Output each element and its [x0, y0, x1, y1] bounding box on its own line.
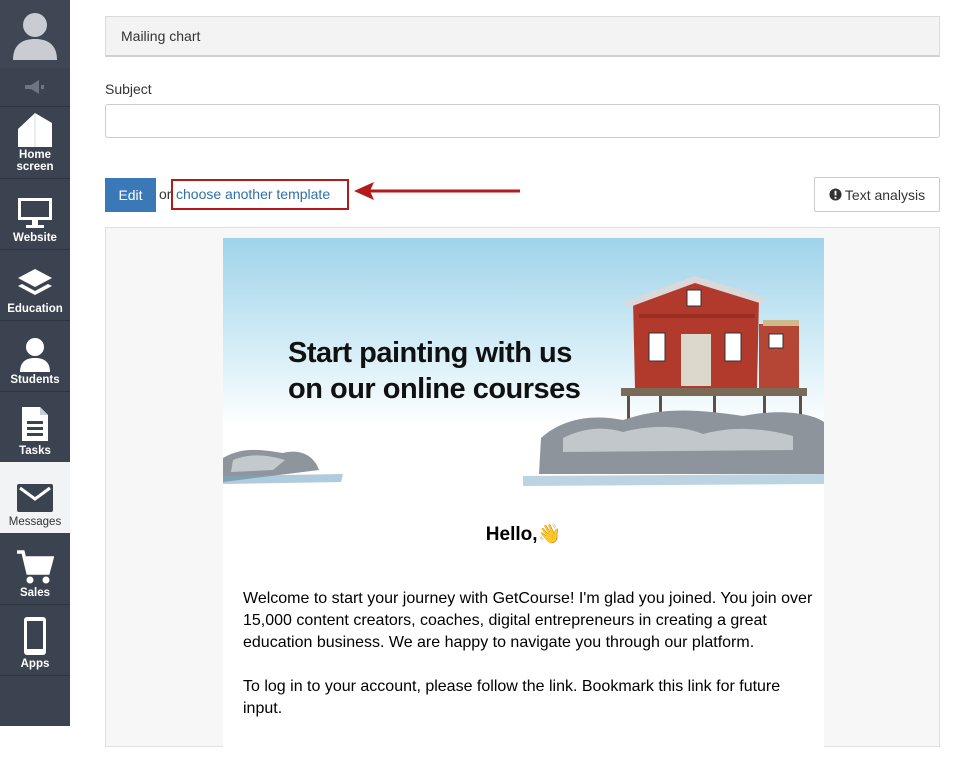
sidebar-item-messages[interactable]: Messages: [0, 462, 70, 533]
paragraph: To log in to your account, please follow…: [243, 678, 781, 717]
student-icon: [20, 338, 50, 372]
envelope-icon: [17, 484, 53, 512]
or-text: or: [159, 186, 172, 202]
subject-label: Subject: [105, 81, 152, 97]
text-analysis-button[interactable]: Text analysis: [814, 177, 940, 212]
announcements-button[interactable]: [0, 68, 70, 106]
sidebar-item-sales[interactable]: Sales: [0, 533, 70, 604]
sidebar: Home screen Website Education Students T…: [0, 0, 70, 726]
text-analysis-label: Text analysis: [844, 186, 926, 203]
sidebar-item-label: Students: [10, 374, 60, 386]
email-body-text: Welcome to start your journey with GetCo…: [243, 588, 813, 742]
phone-icon: [24, 617, 46, 655]
document-icon: [22, 407, 48, 441]
hero-line-1: Start painting with us: [288, 337, 572, 369]
sidebar-item-label: Messages: [8, 516, 62, 528]
annotation-arrow: [354, 182, 520, 200]
sidebar-item-label: Tasks: [19, 445, 51, 457]
paragraph: Welcome to start your journey with GetCo…: [243, 590, 813, 651]
home-icon: [18, 113, 52, 147]
sidebar-item-students[interactable]: Students: [0, 320, 70, 391]
sidebar-item-label: Website: [13, 232, 57, 244]
sidebar-item-tasks[interactable]: Tasks: [0, 391, 70, 462]
sidebar-item-label: Apps: [20, 658, 50, 670]
email-body: Start painting with us on our online cou…: [223, 238, 824, 758]
choose-template-link[interactable]: choose another template: [171, 179, 349, 210]
greeting-heading: Hello,👋: [485, 524, 562, 545]
mailing-chart-bar[interactable]: Mailing chart: [105, 16, 940, 57]
education-icon: [18, 269, 52, 295]
exclamation-circle-icon: [829, 188, 842, 201]
sidebar-divider: [0, 675, 70, 676]
sidebar-item-website[interactable]: Website: [0, 178, 70, 249]
sidebar-item-label: Education: [7, 303, 63, 315]
sidebar-item-label: screen: [16, 161, 54, 173]
user-avatar[interactable]: [0, 0, 70, 68]
sidebar-item-label: Home: [19, 149, 51, 161]
sidebar-item-label: Sales: [19, 587, 51, 599]
hero-line-2: on our online courses: [288, 373, 581, 405]
email-preview: Start painting with us on our online cou…: [105, 227, 940, 758]
sidebar-item-apps[interactable]: Apps: [0, 604, 70, 675]
subject-input[interactable]: [105, 104, 940, 138]
sidebar-item-education[interactable]: Education: [0, 249, 70, 320]
cart-icon: [17, 550, 54, 584]
sidebar-item-home[interactable]: Home screen: [0, 107, 70, 178]
user-avatar-icon: [13, 13, 57, 60]
edit-button[interactable]: Edit: [105, 178, 156, 212]
monitor-icon: [18, 198, 52, 228]
megaphone-icon: [25, 80, 44, 94]
hero-headline: Start painting with us on our online cou…: [288, 335, 581, 407]
